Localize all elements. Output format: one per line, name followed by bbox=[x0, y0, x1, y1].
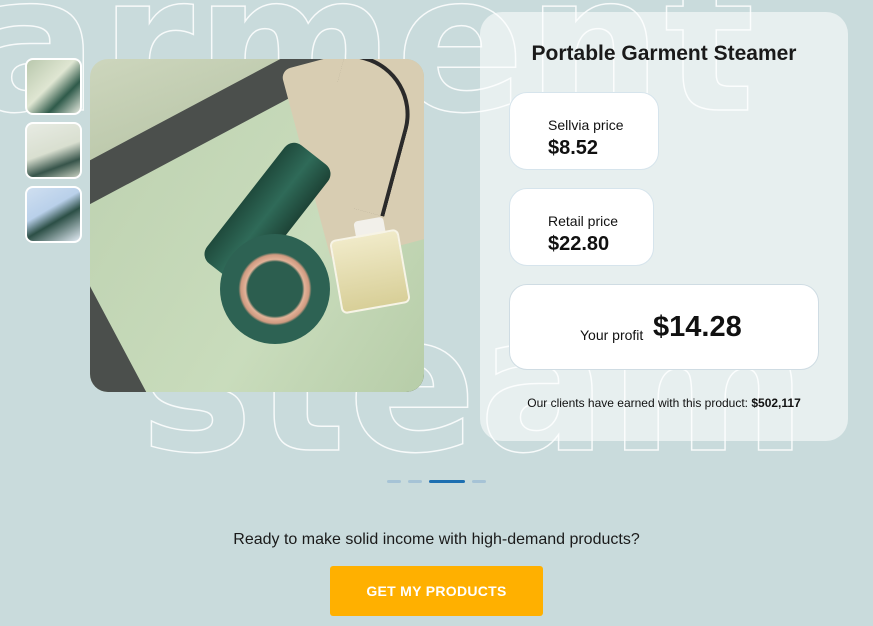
earned-text: Our clients have earned with this produc… bbox=[527, 396, 752, 410]
product-info-card: Portable Garment Steamer Sellvia price $… bbox=[480, 12, 848, 441]
thumbnail-2[interactable] bbox=[25, 122, 82, 179]
get-products-button[interactable]: GET MY PRODUCTS bbox=[330, 566, 543, 616]
cta-text: Ready to make solid income with high-dem… bbox=[233, 531, 640, 548]
profit-value: $14.28 bbox=[653, 311, 742, 343]
thumbnail-list bbox=[25, 58, 82, 250]
thumbnail-3[interactable] bbox=[25, 186, 82, 243]
carousel-dot[interactable] bbox=[387, 480, 401, 483]
retail-price-label: Retail price bbox=[548, 213, 619, 229]
sellvia-price-label: Sellvia price bbox=[548, 117, 624, 133]
sellvia-price-value: $8.52 bbox=[548, 137, 599, 159]
carousel-dot[interactable] bbox=[472, 480, 486, 483]
retail-price-box: Retail price $22.80 bbox=[509, 188, 654, 266]
sellvia-price-box: Sellvia price $8.52 bbox=[509, 92, 659, 170]
product-title: Portable Garment Steamer bbox=[531, 42, 797, 65]
carousel-dots bbox=[387, 480, 486, 484]
product-image bbox=[90, 59, 424, 392]
profit-box: Your profit $14.28 bbox=[509, 284, 819, 370]
steamer-head-shape bbox=[220, 234, 330, 344]
thumbnail-1[interactable] bbox=[25, 58, 82, 115]
earned-value: $502,117 bbox=[751, 396, 801, 410]
retail-price-value: $22.80 bbox=[548, 233, 610, 255]
carousel-dot-active[interactable] bbox=[429, 480, 465, 483]
profit-label: Your profit bbox=[580, 327, 644, 343]
earned-statement: Our clients have earned with this produc… bbox=[480, 396, 848, 410]
carousel-dot[interactable] bbox=[408, 480, 422, 483]
perfume-bottle-shape bbox=[329, 228, 411, 315]
